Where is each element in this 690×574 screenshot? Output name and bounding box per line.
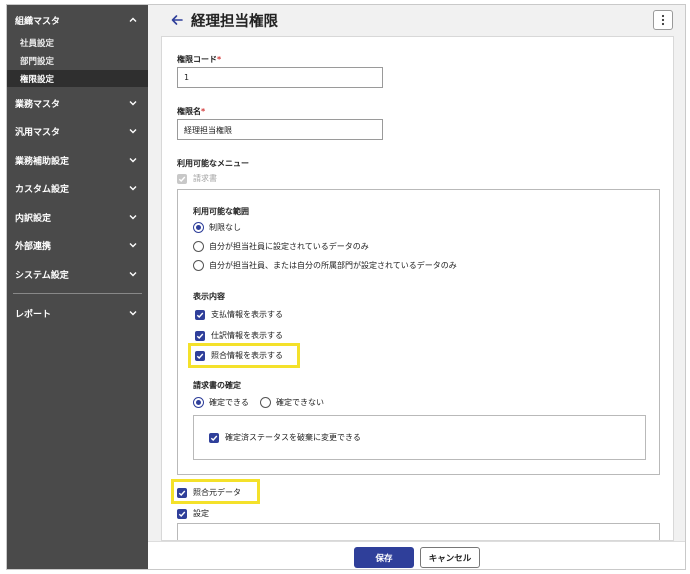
sidebar-item-label: 部門設定 [20,56,55,67]
sidebar-group-system-settings[interactable]: システム設定 [7,264,148,284]
footer-bar: 保存 キャンセル [148,541,685,569]
display-content-label: 表示内容 [193,292,225,301]
highlight-box [188,343,300,368]
confirm-option-allowed[interactable]: 確定できる [193,397,249,408]
checkbox-label: 設定 [193,509,209,518]
checkbox-label: 請求書 [193,174,217,183]
sidebar-group-label: 業務補助設定 [15,156,70,167]
checkbox-checked-icon [177,173,187,184]
show-payment-info-checkbox[interactable]: 支払情報を表示する [195,309,283,320]
chevron-up-icon [129,17,137,22]
sidebar-group-breakdown-settings[interactable]: 内訳設定 [7,207,148,227]
back-arrow-icon[interactable] [170,13,184,27]
page-header: 経理担当権限 [148,5,685,35]
radio-label: 確定できない [276,398,324,407]
sidebar-group-label: 内訳設定 [15,213,52,224]
sidebar-group-external-integration[interactable]: 外部連携 [7,235,148,255]
permission-code-input[interactable]: 1 [177,67,383,88]
sidebar-group-label: カスタム設定 [15,184,70,195]
sidebar-item-department-settings[interactable]: 部門設定 [7,52,148,69]
invoice-confirm-label: 請求書の確定 [193,381,241,390]
chevron-down-icon [129,101,137,106]
sidebar-group-reports[interactable]: レポート [7,303,148,323]
change-confirmed-to-discarded-checkbox[interactable]: 確定済ステータスを破棄に変更できる [209,432,361,443]
sidebar-item-label: 権限設定 [20,74,55,85]
radio-label: 制限なし [209,223,241,232]
app-window: 組織マスタ 社員設定 部門設定 権限設定 業務マスタ 汎用マスタ 業務補助設定 … [6,4,686,570]
permission-code-label: 権限コード* [177,55,222,64]
sidebar-group-label: 組織マスタ [15,16,61,27]
sidebar-group-label: 業務マスタ [15,99,61,110]
chevron-down-icon [129,158,137,163]
main-content: 経理担当権限 権限コード* 1 権限名* 経理担当権限 利用可能なメニュー 請求… [148,5,685,569]
sidebar: 組織マスタ 社員設定 部門設定 権限設定 業務マスタ 汎用マスタ 業務補助設定 … [7,5,148,569]
sidebar-group-general-master[interactable]: 汎用マスタ [7,121,148,141]
show-journal-info-checkbox[interactable]: 仕訳情報を表示する [195,330,283,341]
more-vertical-icon [661,14,665,26]
radio-label: 自分が担当社員、または自分の所属部門が設定されているデータのみ [209,261,457,270]
highlight-box [171,479,260,504]
sidebar-group-label: レポート [15,309,52,320]
radio-selected-icon [193,222,204,233]
scope-option-unrestricted[interactable]: 制限なし [193,222,241,233]
checkbox-label: 確定済ステータスを破棄に変更できる [225,433,361,442]
permission-name-label: 権限名* [177,107,206,116]
save-button[interactable]: 保存 [354,547,414,568]
chevron-down-icon [129,186,137,191]
checkbox-label: 仕訳情報を表示する [211,331,283,340]
sidebar-group-label: 外部連携 [15,241,52,252]
radio-label: 確定できる [209,398,249,407]
checkbox-label: 支払情報を表示する [211,310,283,319]
chevron-down-icon [129,243,137,248]
form-card: 権限コード* 1 権限名* 経理担当権限 利用可能なメニュー 請求書 利用可能な… [161,36,674,541]
sidebar-group-organization-master[interactable]: 組織マスタ [7,10,148,30]
confirm-suboptions-panel: 確定済ステータスを破棄に変更できる [193,415,646,460]
checkbox-checked-icon [177,508,187,519]
settings-panel [177,523,660,540]
radio-selected-icon [193,397,204,408]
confirm-option-not-allowed[interactable]: 確定できない [260,397,324,408]
scope-option-own-or-department[interactable]: 自分が担当社員、または自分の所属部門が設定されているデータのみ [193,260,457,271]
sidebar-group-business-support[interactable]: 業務補助設定 [7,150,148,170]
checkbox-checked-icon [195,330,205,341]
sidebar-group-label: 汎用マスタ [15,127,61,138]
chevron-down-icon [129,272,137,277]
menu-invoice-checkbox: 請求書 [177,173,217,184]
chevron-down-icon [129,129,137,134]
sidebar-group-label: システム設定 [15,270,69,281]
settings-checkbox[interactable]: 設定 [177,508,209,519]
checkbox-checked-icon [209,432,219,443]
scope-option-own-data[interactable]: 自分が担当社員に設定されているデータのみ [193,241,369,252]
chevron-down-icon [129,311,137,316]
sidebar-group-business-master[interactable]: 業務マスタ [7,93,148,113]
chevron-down-icon [129,215,137,220]
sidebar-divider [13,293,142,294]
radio-unselected-icon [193,241,204,252]
sidebar-item-employee-settings[interactable]: 社員設定 [7,34,148,51]
scope-label: 利用可能な範囲 [193,207,249,216]
radio-label: 自分が担当社員に設定されているデータのみ [209,242,369,251]
sidebar-group-custom-settings[interactable]: カスタム設定 [7,178,148,198]
checkbox-checked-icon [195,309,205,320]
invoice-options-panel: 利用可能な範囲 制限なし 自分が担当社員に設定されているデータのみ 自分が担当社… [177,189,660,475]
page-title: 経理担当権限 [191,14,278,30]
radio-unselected-icon [260,397,271,408]
cancel-button[interactable]: キャンセル [420,547,480,568]
more-menu-button[interactable] [653,10,673,30]
permission-name-input[interactable]: 経理担当権限 [177,119,383,140]
sidebar-item-label: 社員設定 [20,38,55,49]
available-menu-label: 利用可能なメニュー [177,159,249,168]
radio-unselected-icon [193,260,204,271]
sidebar-item-permission-settings[interactable]: 権限設定 [7,70,148,87]
